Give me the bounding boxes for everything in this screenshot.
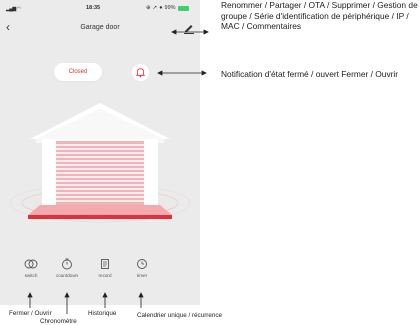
battery-percent: 99% [164,5,176,11]
countdown-icon [62,258,72,270]
signal-icon: ▂▄▆ ◠ [6,6,21,12]
countdown-button[interactable]: countdown [52,258,82,278]
annotation-notification: Notification d'état fermé / ouvert Ferme… [221,69,399,79]
action-bar: switch countdown record timer [0,258,200,290]
annotation-countdown: Chronomètre [40,318,77,325]
edit-icon[interactable] [182,21,196,35]
switch-button[interactable]: switch [16,258,46,278]
location-icon: ➚ [152,5,158,11]
status-right: ⊕ ➚ ● 99% [146,5,189,11]
record-icon [101,259,109,269]
annotation-timer: Calendrier unique / récurrence [137,312,223,319]
switch-label: switch [24,273,38,278]
countdown-label: countdown [55,273,79,278]
alarm-icon: ⊕ [146,5,151,11]
garage-door-illustration [9,103,191,223]
timer-button[interactable]: timer [127,258,157,278]
battery-icon [177,5,189,11]
annotation-edit-menu: Renommer / Partager / OTA / Supprimer / … [221,0,418,31]
annotation-record: Historique [88,310,117,317]
status-bar: ▂▄▆ ◠ 18:35 ⊕ ➚ ● 99% [0,0,200,16]
record-label: record [98,273,112,278]
nav-bar: ‹ Garage door [0,19,200,37]
record-button[interactable]: record [90,258,120,278]
annotation-switch: Fermer / Ouvrir [9,310,52,317]
switch-icon [24,259,38,269]
page-title: Garage door [80,24,120,31]
door-status-badge: Closed [54,63,102,81]
phone-screen: ▂▄▆ ◠ 18:35 ⊕ ➚ ● 99% ‹ Garage door Clos… [0,0,200,305]
bluetooth-icon: ● [159,5,163,11]
status-time: 18:35 [86,5,101,11]
timer-icon [137,259,147,269]
timer-label: timer [136,273,148,278]
bell-icon[interactable] [132,64,149,81]
